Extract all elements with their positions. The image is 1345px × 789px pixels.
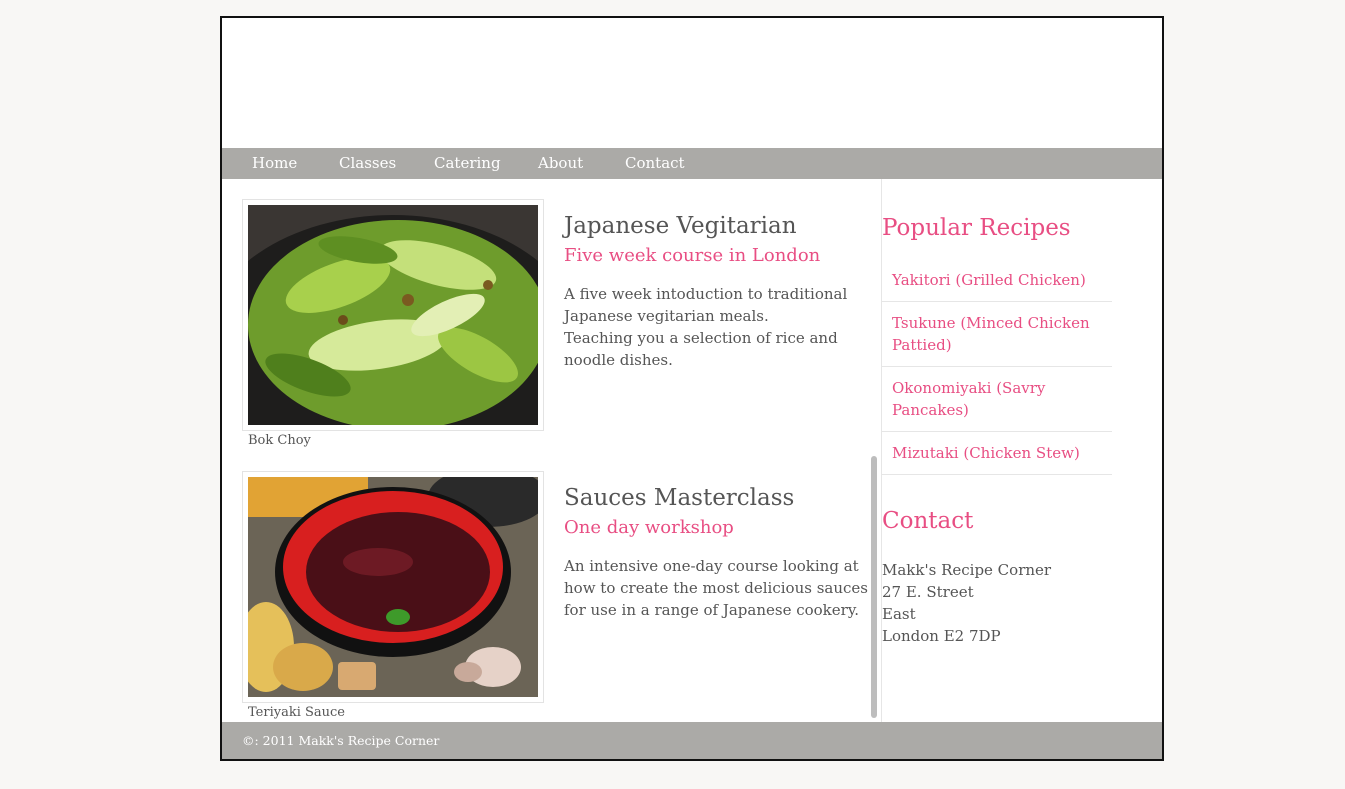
footer: ©: 2011 Makk's Recipe Corner (222, 722, 1162, 759)
course-title: Japanese Vegitarian (564, 213, 797, 239)
course-card: Teriyaki Sauce Sauces Masterclass One da… (222, 451, 870, 720)
description-paragraph: An intensive one-day course looking at h… (564, 557, 868, 619)
popular-recipes-heading: Popular Recipes (882, 215, 1071, 241)
description-paragraph: Teaching you a selection of rice and noo… (564, 329, 838, 369)
sidebar: Popular Recipes Yakitori (Grilled Chicke… (882, 179, 1162, 722)
contact-heading: Contact (882, 508, 974, 534)
course-title: Sauces Masterclass (564, 485, 795, 511)
image-caption: Teriyaki Sauce (248, 705, 345, 720)
recipe-link[interactable]: Mizutaki (Chicken Stew) (882, 432, 1112, 475)
course-image-frame (242, 471, 544, 703)
course-image-frame (242, 199, 544, 431)
course-subtitle: One day workshop (564, 517, 734, 538)
popular-recipes-list: Yakitori (Grilled Chicken) Tsukune (Minc… (882, 259, 1112, 475)
course-card: Bok Choy Japanese Vegitarian Five week c… (222, 179, 870, 448)
course-subtitle: Five week course in London (564, 245, 821, 266)
page-container: Home Classes Catering About Contact Bok … (220, 16, 1164, 761)
nav-home[interactable]: Home (252, 154, 297, 172)
recipe-link[interactable]: Tsukune (Minced Chicken Pattied) (882, 302, 1112, 367)
nav-catering[interactable]: Catering (434, 154, 501, 172)
copyright-text: ©: 2011 Makk's Recipe Corner (242, 733, 440, 748)
main-nav: Home Classes Catering About Contact (222, 148, 1162, 179)
course-list: Bok Choy Japanese Vegitarian Five week c… (222, 179, 870, 722)
description-paragraph: A five week intoduction to traditional J… (564, 285, 848, 325)
image-caption: Bok Choy (248, 433, 311, 448)
teriyaki-sauce-image (248, 477, 538, 697)
nav-contact[interactable]: Contact (625, 154, 685, 172)
main-scrollbar[interactable] (867, 452, 881, 722)
contact-address: Makk's Recipe Corner 27 E. Street East L… (882, 559, 1051, 647)
scrollbar-thumb[interactable] (871, 456, 877, 718)
nav-about[interactable]: About (538, 154, 583, 172)
address-line: East (882, 605, 916, 623)
address-line: London E2 7DP (882, 627, 1001, 645)
recipe-link[interactable]: Yakitori (Grilled Chicken) (882, 259, 1112, 302)
course-description: A five week intoduction to traditional J… (564, 283, 870, 371)
header-banner (222, 18, 1162, 148)
address-line: Makk's Recipe Corner (882, 561, 1052, 579)
address-line: 27 E. Street (882, 583, 974, 601)
nav-classes[interactable]: Classes (339, 154, 396, 172)
bok-choy-image (248, 205, 538, 425)
course-description: An intensive one-day course looking at h… (564, 555, 870, 621)
recipe-link[interactable]: Okonomiyaki (Savry Pancakes) (882, 367, 1112, 432)
